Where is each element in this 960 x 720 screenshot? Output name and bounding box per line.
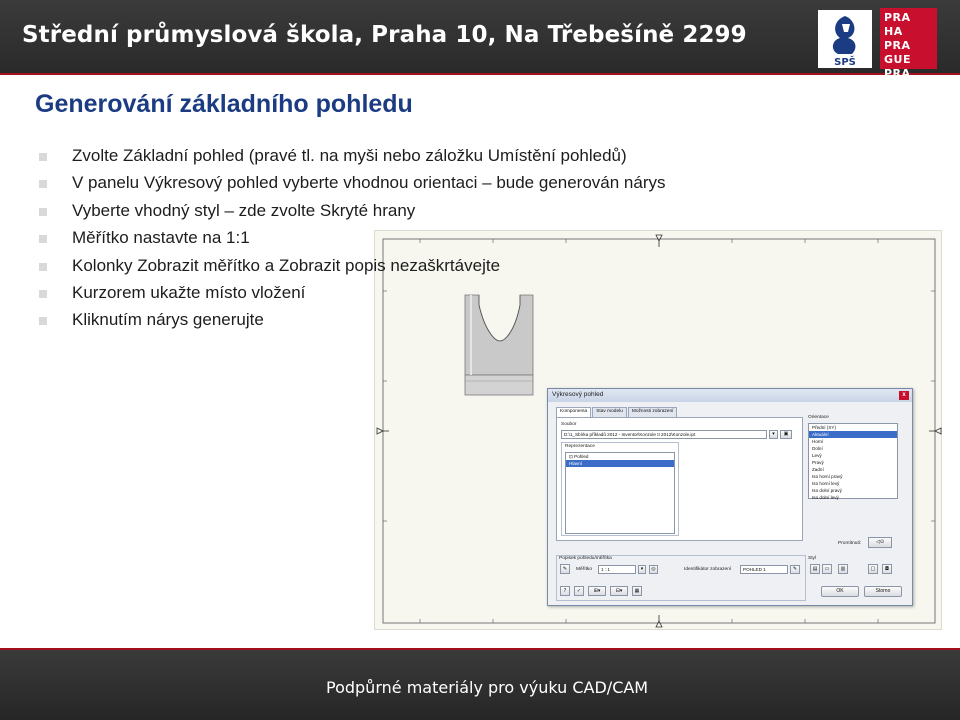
list-item: Kliknutím nárys generujte — [38, 310, 758, 337]
shade-icon: ◘ — [885, 566, 889, 572]
projection-toggle-button[interactable]: ◁⊙ — [868, 537, 892, 548]
orientation-item[interactable]: Levý — [809, 452, 897, 459]
orientation-item[interactable]: Horní — [809, 438, 897, 445]
dialog-title: Výkresový pohled — [548, 389, 912, 402]
eye-icon: ◎ — [651, 566, 656, 572]
sps-logo-text: SPŠ — [834, 55, 856, 68]
list-item: Měřítko nastavte na 1:1 — [38, 228, 758, 255]
identifier-label: Identifikátor zobrazení — [684, 567, 732, 572]
style-extra-button[interactable]: ◘ — [882, 564, 892, 574]
component-panel: Soubor D:\1_Sbírka příkladů 2012 - Inven… — [556, 417, 803, 541]
list-item[interactable]: ⊡ Pohled — [566, 453, 674, 460]
representation-item-label: Pohled — [574, 454, 589, 459]
option-button[interactable]: ▦ — [632, 586, 642, 596]
orientation-item[interactable]: Pravý — [809, 459, 897, 466]
orientation-item[interactable]: Aktuální — [809, 431, 897, 438]
shaded-icon: ▥ — [840, 566, 846, 572]
scale-dropdown-button[interactable]: ▾ — [638, 565, 646, 574]
label-scale-label: Popisek pohledu/měřítka — [559, 556, 612, 561]
box-icon: □ — [870, 566, 876, 572]
link-icon: ⊞▾ — [593, 588, 601, 594]
tab-moznosti-zobrazeni[interactable]: Možnosti zobrazení — [627, 407, 678, 417]
scale-label: Měřítko — [576, 567, 592, 572]
representation-list[interactable]: ⊡ Pohled Hlavní — [565, 452, 675, 534]
file-label: Soubor — [561, 422, 577, 427]
header-bar: Střední průmyslová škola, Praha 10, Na T… — [0, 0, 960, 108]
footer-bar: Podpůrné materiály pro výuku CAD/CAM — [0, 648, 960, 720]
help-icon: ? — [563, 588, 567, 594]
folder-icon: ▣ — [783, 431, 789, 437]
chevron-down-icon: ▾ — [640, 566, 644, 572]
orientation-item[interactable]: Iso dolní pravý — [809, 487, 897, 494]
list-item: Zvolte Základní pohled (pravé tl. na myš… — [38, 146, 758, 173]
label-edit-icon: ✎ — [562, 566, 568, 572]
orientation-label: Orientace — [808, 415, 829, 420]
hidden-lines-icon: ▤ — [812, 566, 818, 572]
orientation-item[interactable]: Iso horní pravý — [809, 473, 897, 480]
representation-label: Reprezentace — [565, 444, 595, 449]
orientation-item[interactable]: Zadní — [809, 466, 897, 473]
drawing-view-dialog: Výkresový pohled x Komponenta Stav model… — [547, 388, 913, 606]
scale-field[interactable]: 1 : 1 — [598, 565, 636, 574]
close-button[interactable]: x — [899, 391, 909, 400]
dialog-tabs: Komponenta Stav modelu Možnosti zobrazen… — [556, 407, 678, 417]
cancel-button[interactable]: Storno — [864, 586, 902, 597]
footer-text: Podpůrné materiály pro výuku CAD/CAM — [326, 678, 649, 697]
check-icon: ✓ — [576, 588, 582, 594]
ok-button[interactable]: OK — [821, 586, 859, 597]
style-visible-lines-button[interactable]: ▭ — [822, 564, 832, 574]
tab-komponenta[interactable]: Komponenta — [556, 407, 592, 417]
style-hidden-lines-button[interactable]: ▤ — [810, 564, 820, 574]
open-file-button[interactable]: ▣ — [780, 430, 792, 439]
view-options-icon: ⊟▾ — [615, 588, 623, 594]
show-scale-toggle[interactable]: ◎ — [649, 565, 658, 574]
list-item: Vyberte vhodný styl – zde zvolte Skryté … — [38, 201, 758, 228]
grid-icon: ▦ — [634, 588, 640, 594]
slide: Střední průmyslová škola, Praha 10, Na T… — [0, 0, 960, 720]
option-button[interactable]: ⊟▾ — [610, 586, 628, 596]
projection-label: Promítnutí: — [838, 541, 862, 546]
projection-icon: ◁⊙ — [875, 539, 885, 545]
edit-identifier-button[interactable]: ✎ — [790, 565, 800, 574]
praha-logo-line: PRA GA — [884, 67, 911, 94]
slide-heading: Generování základního pohledu — [35, 90, 413, 118]
list-item: Kurzorem ukažte místo vložení — [38, 283, 758, 310]
help-button[interactable]: ? — [560, 586, 570, 596]
pencil-icon: ✎ — [792, 566, 798, 572]
praha-logo-line: PRA HA — [884, 11, 911, 38]
orientation-item[interactable]: Přední (XY) — [809, 424, 897, 431]
praha-logo-line: PRA GUE — [884, 39, 911, 66]
style-shaded-button[interactable]: ▥ — [838, 564, 848, 574]
orientation-item[interactable]: Iso dolní levý — [809, 494, 897, 501]
style-extra-button[interactable]: □ — [868, 564, 878, 574]
praha-logo-line: PRA G — [884, 95, 925, 108]
chevron-down-icon: ▾ — [772, 431, 775, 437]
visible-lines-icon: ▭ — [824, 566, 830, 572]
orientation-item[interactable]: Dolní — [809, 445, 897, 452]
file-dropdown-button[interactable]: ▾ — [769, 430, 778, 439]
orientation-item[interactable]: Iso horní levý — [809, 480, 897, 487]
sps-logo: SPŠ — [818, 10, 872, 68]
list-item: V panelu Výkresový pohled vyberte vhodno… — [38, 173, 758, 200]
edit-label-button[interactable]: ✎ — [560, 564, 570, 574]
orientation-list[interactable]: Přední (XY) Aktuální Horní Dolní Levý Pravý Za… — [808, 423, 898, 501]
style-label: Styl — [808, 556, 816, 561]
option-button[interactable]: ✓ — [574, 586, 584, 596]
instruction-list: Zvolte Základní pohled (pravé tl. na myš… — [38, 146, 758, 338]
tab-stav-modelu[interactable]: Stav modelu — [592, 407, 627, 417]
header-title: Střední průmyslová škola, Praha 10, Na T… — [22, 22, 747, 48]
list-item: Kolonky Zobrazit měřítko a Zobrazit popi… — [38, 256, 758, 283]
identifier-field[interactable]: POHLED 1 — [740, 565, 788, 574]
list-item[interactable]: Hlavní — [566, 460, 674, 467]
option-button[interactable]: ⊞▾ — [588, 586, 606, 596]
file-path-field[interactable]: D:\1_Sbírka příkladů 2012 - Inventor\Kon… — [561, 430, 767, 439]
praha-logo: PRA HA PRA GUE PRA GA PRA G — [880, 8, 937, 108]
